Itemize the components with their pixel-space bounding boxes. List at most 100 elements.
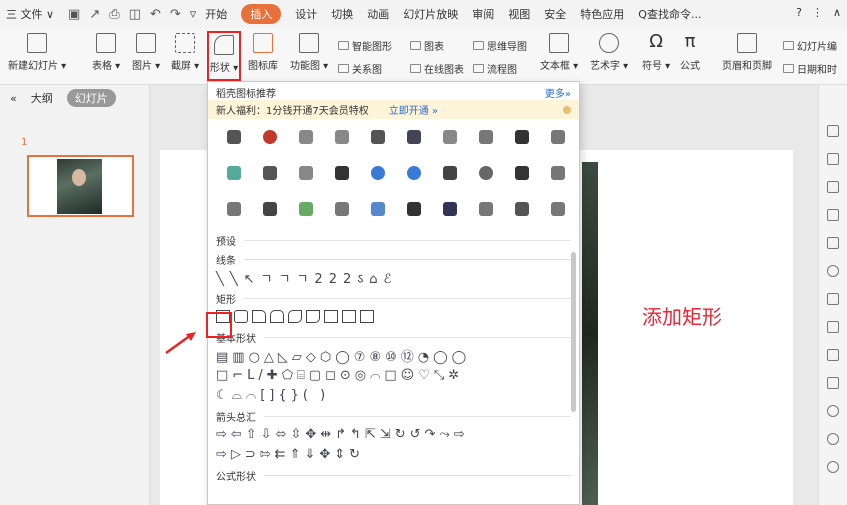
icon-cell[interactable] xyxy=(360,166,396,180)
help-icon[interactable]: ? xyxy=(796,6,802,19)
arrow-shapes-2-icon[interactable]: ⇨▷⊃⇰⇇⇑⇓✥⇕↻ xyxy=(216,447,364,462)
icon-cell[interactable] xyxy=(540,166,576,180)
icon-cell[interactable] xyxy=(360,202,396,216)
icon-cell[interactable] xyxy=(252,130,288,144)
export-icon[interactable]: ↗ xyxy=(89,7,100,22)
basic-shapes-3-icon[interactable]: ☾⌓⌒[]{}( ) xyxy=(216,388,329,403)
tab-slides[interactable]: 幻灯片 xyxy=(66,89,116,107)
icon-cell[interactable] xyxy=(396,202,432,216)
collapse-ribbon-icon[interactable]: ∧ xyxy=(833,6,841,19)
bookmark-icon[interactable] xyxy=(827,293,839,305)
chart-button[interactable]: 图表 xyxy=(410,38,444,53)
rect-variant-3-icon[interactable] xyxy=(360,309,374,323)
icon-cell[interactable] xyxy=(396,166,432,180)
snip-rect-2-icon[interactable] xyxy=(270,309,284,323)
image-icon[interactable] xyxy=(827,349,839,361)
save-icon[interactable]: ▣ xyxy=(68,7,80,22)
tab-security[interactable]: 安全 xyxy=(544,6,566,22)
dropdown-scrollbar[interactable] xyxy=(571,252,576,412)
icon-cell[interactable] xyxy=(540,202,576,216)
more-icon[interactable]: ⋮ xyxy=(812,6,823,19)
promo-close-icon[interactable] xyxy=(563,105,571,114)
slide-thumbnail[interactable] xyxy=(27,155,134,217)
shape-props-icon[interactable] xyxy=(827,181,839,193)
icon-cell[interactable] xyxy=(540,130,576,144)
rounded-rect-icon[interactable] xyxy=(234,309,248,323)
help-sidebar-icon[interactable] xyxy=(827,461,839,473)
icon-cell[interactable] xyxy=(324,166,360,180)
tab-view[interactable]: 视图 xyxy=(508,6,530,22)
art-text-button[interactable]: 艺术字 ▾ xyxy=(590,33,628,72)
icon-cell[interactable] xyxy=(396,130,432,144)
icon-cell[interactable] xyxy=(468,130,504,144)
date-time-button[interactable]: 日期和时 xyxy=(783,61,837,76)
icon-cell[interactable] xyxy=(252,166,288,180)
smart-art-button[interactable]: 智能图形 xyxy=(338,38,392,53)
icon-cell[interactable] xyxy=(288,202,324,216)
tab-review[interactable]: 审阅 xyxy=(472,6,494,22)
icon-cell[interactable] xyxy=(468,202,504,216)
settings-icon[interactable] xyxy=(827,209,839,221)
promo-open-link[interactable]: 立即开通 » xyxy=(389,102,438,117)
tab-insert[interactable]: 插入 xyxy=(241,4,282,24)
arrow-shapes-icon[interactable]: ⇨⇦⇧⇩⬄⇳✥⇹↱↰⇱⇲↻↺↷⤳⇨ xyxy=(216,427,469,442)
basic-shapes-icon[interactable]: ▤▥○△◺▱◇⬡◯⑦⑧⑩⑫◔◯◯ xyxy=(216,346,470,365)
icon-cell[interactable] xyxy=(324,130,360,144)
icon-cell[interactable] xyxy=(216,202,252,216)
line-shape-icon[interactable]: ╲╲↖ㄱㄱㄱ222ऽ⌂ℰ xyxy=(216,268,397,287)
round-rect-3-icon[interactable] xyxy=(306,309,320,323)
undo-icon[interactable]: ↶ xyxy=(150,7,161,22)
tab-features[interactable]: 特色应用 xyxy=(580,6,624,22)
relation-button[interactable]: 关系图 xyxy=(338,61,382,76)
icon-cell[interactable] xyxy=(432,202,468,216)
icon-library-button[interactable]: 图标库 xyxy=(248,33,278,72)
file-menu[interactable]: 三 文件 ∨ xyxy=(6,6,54,22)
redo-icon[interactable]: ↷ xyxy=(170,7,181,22)
textbox-button[interactable]: 文本框 ▾ xyxy=(540,33,578,72)
library-icon[interactable] xyxy=(827,237,839,249)
tab-design[interactable]: 设计 xyxy=(295,6,317,22)
tab-start[interactable]: 开始 xyxy=(205,6,227,22)
basic-shapes-2-icon[interactable]: □⌐L/✚⬠⌸▢◻⊙◎⌒□☺♡⤡✲ xyxy=(216,368,463,383)
icon-cell[interactable] xyxy=(288,166,324,180)
tab-animation[interactable]: 动画 xyxy=(367,6,389,22)
more-icons-link[interactable]: 更多» xyxy=(545,85,571,100)
flowchart-button[interactable]: 流程图 xyxy=(473,61,517,76)
icon-cell[interactable] xyxy=(432,166,468,180)
formula-button[interactable]: π 公式 xyxy=(680,33,700,73)
icon-cell[interactable] xyxy=(324,202,360,216)
audio-icon[interactable] xyxy=(827,377,839,389)
function-chart-button[interactable]: 功能图 ▾ xyxy=(290,33,328,72)
header-footer-button[interactable]: 页眉和页脚 xyxy=(722,33,772,72)
icon-cell[interactable] xyxy=(432,130,468,144)
snip-rect-icon[interactable] xyxy=(252,309,266,323)
table-button[interactable]: 表格 ▾ xyxy=(92,33,120,72)
record-icon[interactable] xyxy=(827,405,839,417)
preview-icon[interactable]: ◫ xyxy=(129,7,141,22)
online-chart-button[interactable]: 在线图表 xyxy=(410,61,464,76)
slide-number-button[interactable]: 幻灯片编 xyxy=(783,38,837,53)
mind-map-button[interactable]: 思维导图 xyxy=(473,38,527,53)
tab-outline[interactable]: 大纲 xyxy=(31,90,53,106)
icon-cell[interactable] xyxy=(504,130,540,144)
star-icon[interactable] xyxy=(827,265,839,277)
shape-button[interactable]: 形状 ▾ xyxy=(207,31,241,81)
share-icon[interactable] xyxy=(827,321,839,333)
picture-button[interactable]: 图片 ▾ xyxy=(132,33,160,72)
icon-cell[interactable] xyxy=(216,166,252,180)
icon-cell[interactable] xyxy=(216,130,252,144)
tab-slideshow[interactable]: 幻灯片放映 xyxy=(403,6,458,22)
icon-cell[interactable] xyxy=(468,166,504,180)
icon-cell[interactable] xyxy=(288,130,324,144)
animation-icon[interactable] xyxy=(827,153,839,165)
print-icon[interactable]: ⎙ xyxy=(109,7,119,22)
command-search[interactable]: Q查找命令... xyxy=(638,6,701,22)
new-slide-button[interactable]: 新建幻灯片 ▾ xyxy=(8,33,66,72)
rect-variant-1-icon[interactable] xyxy=(324,309,338,323)
icon-cell[interactable] xyxy=(504,202,540,216)
icon-cell[interactable] xyxy=(252,202,288,216)
icon-cell[interactable] xyxy=(504,166,540,180)
history-icon[interactable] xyxy=(827,433,839,445)
design-icon[interactable] xyxy=(827,125,839,137)
collapse-panel-icon[interactable]: « xyxy=(10,92,17,105)
